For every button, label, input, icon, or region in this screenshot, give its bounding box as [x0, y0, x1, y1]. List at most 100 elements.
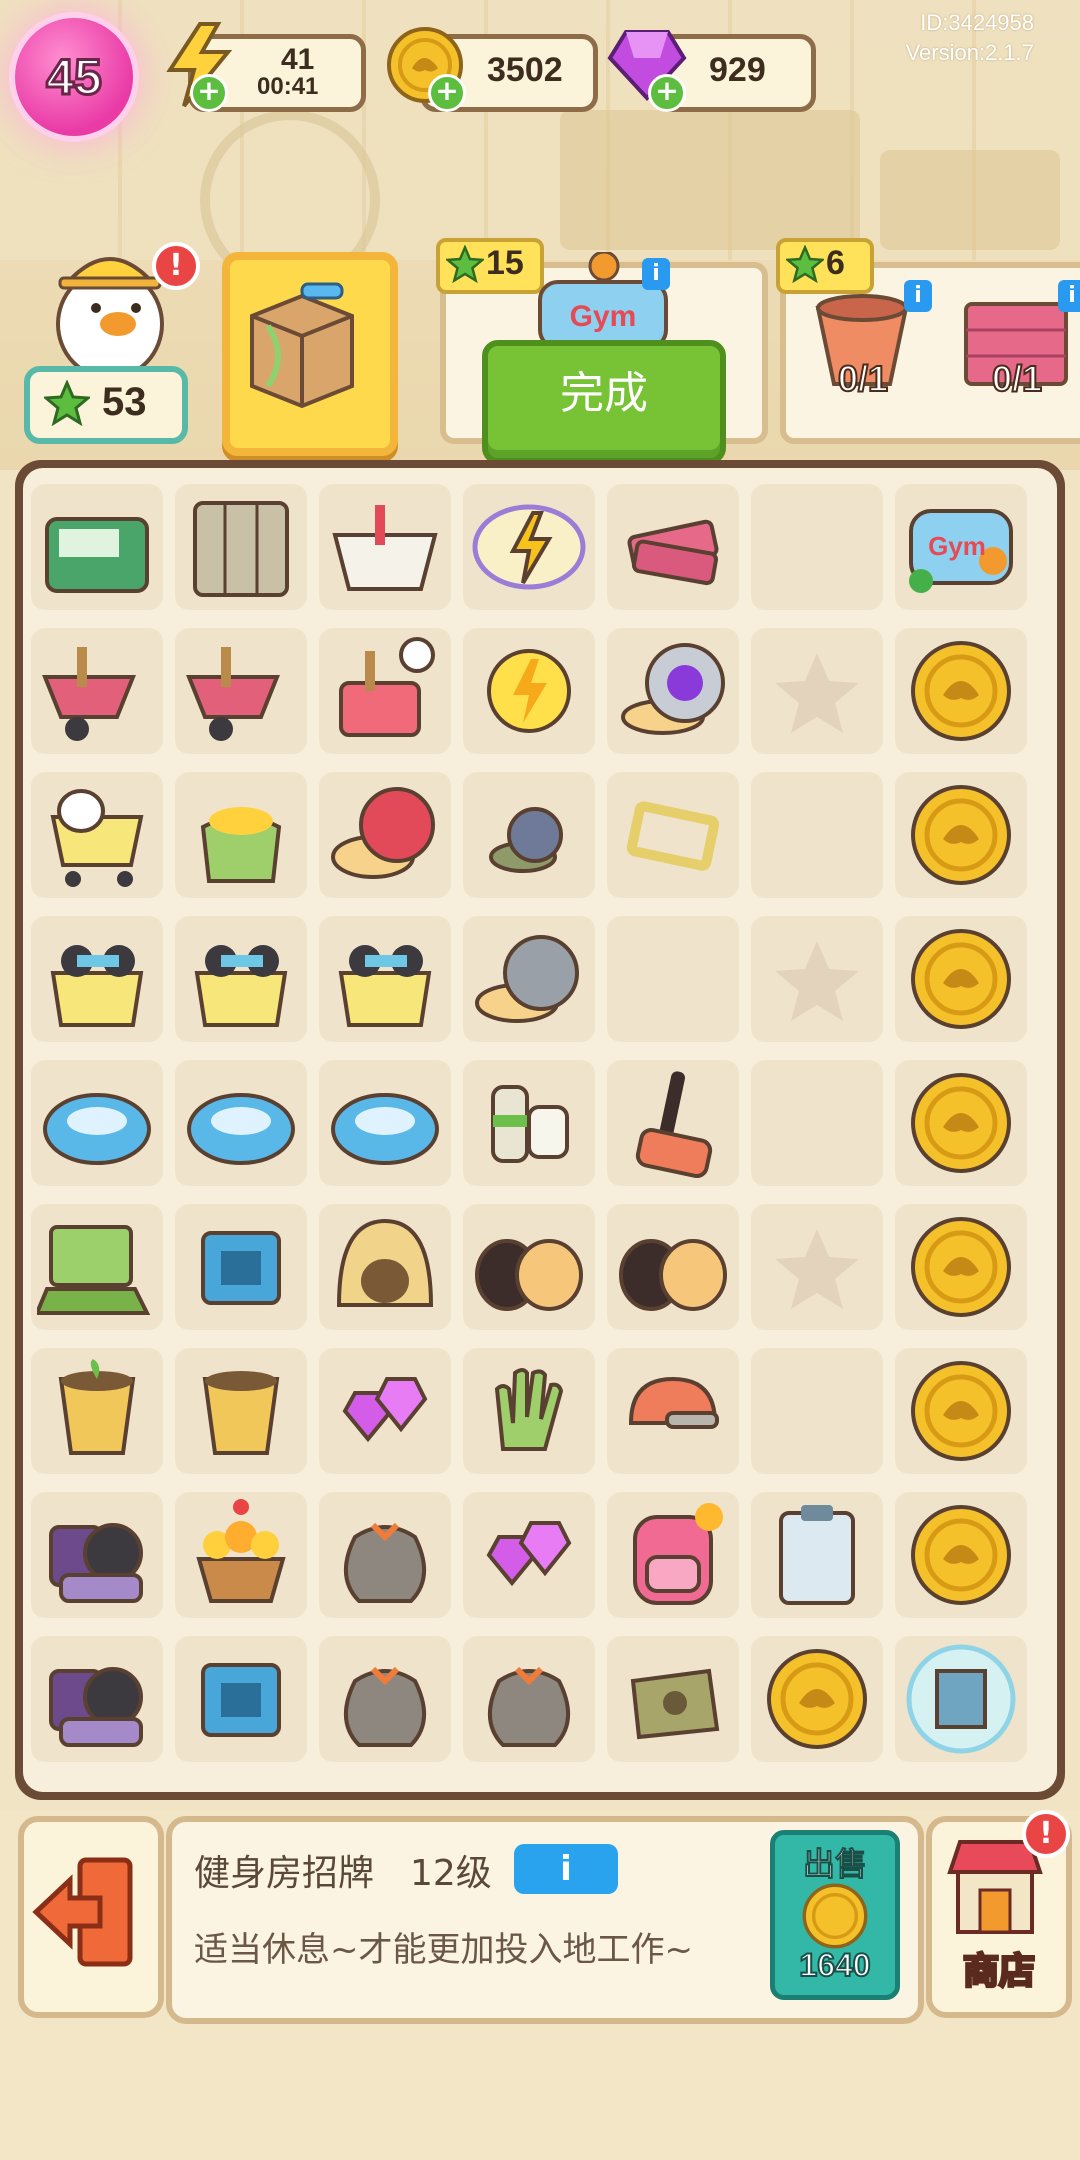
exit-button[interactable] — [18, 1816, 164, 2018]
board-cell[interactable] — [463, 1492, 595, 1618]
board-cell[interactable] — [319, 1060, 451, 1186]
board-cell[interactable] — [463, 772, 595, 898]
board-cell[interactable] — [175, 484, 307, 610]
board-cell[interactable] — [751, 1204, 883, 1330]
board-cell[interactable] — [751, 772, 883, 898]
board-cell[interactable] — [31, 1636, 163, 1762]
board-cell[interactable] — [751, 1348, 883, 1474]
board-cell[interactable] — [607, 628, 739, 754]
board-cell[interactable] — [463, 1636, 595, 1762]
energy-timer: 00:41 — [257, 73, 319, 100]
board-cell[interactable] — [31, 1492, 163, 1618]
frame-item — [607, 772, 739, 898]
player-id: ID:3424958 — [920, 10, 1034, 35]
garbage-bag-item — [463, 1636, 595, 1762]
board-cell[interactable] — [895, 1348, 1027, 1474]
board-cell[interactable] — [31, 1204, 163, 1330]
svg-text:Gym: Gym — [570, 300, 637, 333]
order-card-supplies[interactable]: 6 i 0/1 i 0/1 — [776, 238, 1080, 444]
board-cell[interactable] — [175, 772, 307, 898]
board-cell[interactable] — [31, 772, 163, 898]
spray-bottles-item — [463, 1060, 595, 1186]
board-cell[interactable] — [319, 772, 451, 898]
board-cell[interactable] — [751, 1060, 883, 1186]
shop-label: 商店 — [961, 1950, 1036, 1994]
add-energy-button[interactable]: + — [190, 74, 228, 112]
board-cell[interactable] — [175, 1492, 307, 1618]
complete-order-button[interactable]: 完成 — [482, 340, 726, 464]
board-cell[interactable] — [607, 1348, 739, 1474]
hamster-family-item — [607, 1204, 739, 1330]
board-cell[interactable] — [319, 1492, 451, 1618]
board-cell[interactable] — [751, 1492, 883, 1618]
board-cell[interactable] — [319, 484, 451, 610]
energy-orb-item — [463, 484, 595, 610]
board-cell[interactable] — [607, 1204, 739, 1330]
board-cell[interactable] — [751, 1636, 883, 1762]
board-cell[interactable] — [895, 1060, 1027, 1186]
star-icon — [446, 245, 484, 283]
coin-item — [895, 628, 1027, 754]
dumbbell-basket-item — [31, 916, 163, 1042]
coin-item — [751, 1636, 883, 1762]
board-cell[interactable] — [751, 628, 883, 754]
board-cell[interactable] — [31, 1348, 163, 1474]
board-cell[interactable] — [319, 1636, 451, 1762]
board-cell[interactable] — [175, 1060, 307, 1186]
board-cell[interactable] — [607, 484, 739, 610]
add-gems-button[interactable]: + — [648, 74, 686, 112]
board-cell[interactable] — [319, 1348, 451, 1474]
board-cell[interactable] — [319, 1204, 451, 1330]
board-cell[interactable] — [463, 484, 595, 610]
board-cell[interactable] — [175, 1636, 307, 1762]
board-cell[interactable] — [895, 772, 1027, 898]
merge-board-grid: Gym — [23, 468, 1057, 1792]
board-cell[interactable]: Gym — [895, 484, 1027, 610]
star-slot-item — [751, 1204, 883, 1330]
board-cell[interactable] — [895, 1492, 1027, 1618]
board-cell[interactable] — [607, 1636, 739, 1762]
garbage-bag-item — [319, 1636, 451, 1762]
toolbox-open-item — [319, 484, 451, 610]
add-coins-button[interactable]: + — [428, 74, 466, 112]
coin-item — [895, 772, 1027, 898]
board-cell[interactable] — [175, 1204, 307, 1330]
board-cell[interactable] — [751, 484, 883, 610]
garbage-bag-item — [319, 1492, 451, 1618]
board-cell[interactable] — [895, 1636, 1027, 1762]
shop-button[interactable]: ! 商店 — [926, 1810, 1072, 2018]
delivery-box-card[interactable] — [222, 252, 398, 456]
order-item-info-button[interactable]: i — [904, 280, 932, 312]
order-item-info-button[interactable]: i — [1058, 280, 1080, 312]
board-cell[interactable] — [895, 628, 1027, 754]
board-cell[interactable] — [463, 628, 595, 754]
board-cell[interactable] — [463, 1348, 595, 1474]
board-cell[interactable] — [607, 1060, 739, 1186]
board-cell[interactable] — [607, 1492, 739, 1618]
board-cell[interactable] — [31, 916, 163, 1042]
board-cell[interactable] — [175, 628, 307, 754]
item-info-button[interactable]: i — [514, 1844, 618, 1894]
order-info-button[interactable]: i — [642, 258, 670, 290]
player-level-badge[interactable]: 45 — [15, 18, 133, 136]
board-cell[interactable] — [463, 1060, 595, 1186]
board-cell[interactable] — [463, 916, 595, 1042]
board-cell[interactable] — [319, 916, 451, 1042]
board-cell[interactable] — [607, 772, 739, 898]
pink-gems-item — [319, 1348, 451, 1474]
board-cell[interactable] — [175, 916, 307, 1042]
coin-item — [895, 1492, 1027, 1618]
board-cell[interactable] — [751, 916, 883, 1042]
board-cell[interactable] — [895, 1204, 1027, 1330]
board-cell[interactable] — [175, 1348, 307, 1474]
gray-snail-item — [463, 916, 595, 1042]
board-cell[interactable] — [31, 484, 163, 610]
board-cell[interactable] — [607, 916, 739, 1042]
board-cell[interactable] — [31, 1060, 163, 1186]
board-cell[interactable] — [463, 1204, 595, 1330]
sell-button[interactable]: 出售 1640 — [770, 1830, 900, 2000]
board-cell[interactable] — [895, 916, 1027, 1042]
player-star-value: 53 — [102, 380, 147, 424]
board-cell[interactable] — [319, 628, 451, 754]
board-cell[interactable] — [31, 628, 163, 754]
